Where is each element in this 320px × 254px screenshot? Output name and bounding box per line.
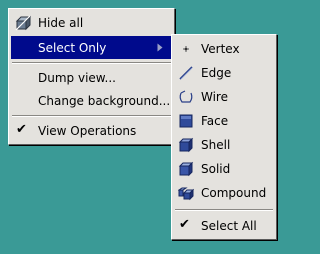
menu-item-view-operations[interactable]: ✔ View Operations: [11, 119, 172, 142]
submenu-item-face[interactable]: Face: [174, 109, 274, 132]
submenu-arrow-icon: [157, 43, 163, 52]
context-menu: Hide all Select Only Dump view... Change…: [8, 8, 175, 145]
menu-item-label: Face: [201, 113, 229, 128]
solid-icon: [178, 161, 194, 177]
submenu-item-compound[interactable]: Compound: [174, 181, 274, 204]
menu-item-label: Vertex: [201, 41, 240, 56]
compound-icon: [178, 185, 194, 201]
submenu-item-edge[interactable]: Edge: [174, 61, 274, 84]
checkmark-icon: ✔: [16, 122, 27, 137]
menu-item-hide-all[interactable]: Hide all: [11, 11, 172, 34]
menu-item-change-background[interactable]: Change background...: [11, 89, 172, 112]
menu-item-select-only[interactable]: Select Only: [11, 36, 172, 59]
menu-item-label: Dump view...: [38, 70, 116, 85]
menu-item-label: Change background...: [38, 93, 171, 108]
menu-item-label: Compound: [201, 185, 267, 200]
menu-item-label: Hide all: [38, 15, 84, 30]
menu-item-label: Edge: [201, 65, 232, 80]
submenu-item-solid[interactable]: Solid: [174, 157, 274, 180]
submenu-item-select-all[interactable]: ✔ Select All: [174, 214, 274, 237]
submenu-item-shell[interactable]: Shell: [174, 133, 274, 156]
menu-item-label: Wire: [201, 89, 228, 104]
menu-item-dump-view[interactable]: Dump view...: [11, 66, 172, 89]
wire-icon: [178, 89, 194, 105]
menu-item-label: Solid: [201, 161, 231, 176]
submenu-item-wire[interactable]: Wire: [174, 85, 274, 108]
menu-separator: [12, 115, 171, 117]
menu-item-label: Select Only: [38, 40, 107, 55]
vertex-icon: [178, 41, 194, 57]
shell-icon: [178, 137, 194, 153]
hide-all-icon: [15, 15, 31, 31]
face-icon: [178, 113, 194, 129]
checkmark-icon: ✔: [179, 217, 190, 232]
menu-item-label: Select All: [201, 218, 257, 233]
edge-icon: [178, 65, 194, 81]
menu-separator: [12, 62, 171, 64]
menu-item-label: View Operations: [38, 123, 137, 138]
menu-separator: [175, 209, 273, 211]
select-only-submenu: Vertex Edge Wire Face Shell Solid Compou…: [171, 34, 277, 240]
submenu-item-vertex[interactable]: Vertex: [174, 37, 274, 60]
menu-item-label: Shell: [201, 137, 231, 152]
